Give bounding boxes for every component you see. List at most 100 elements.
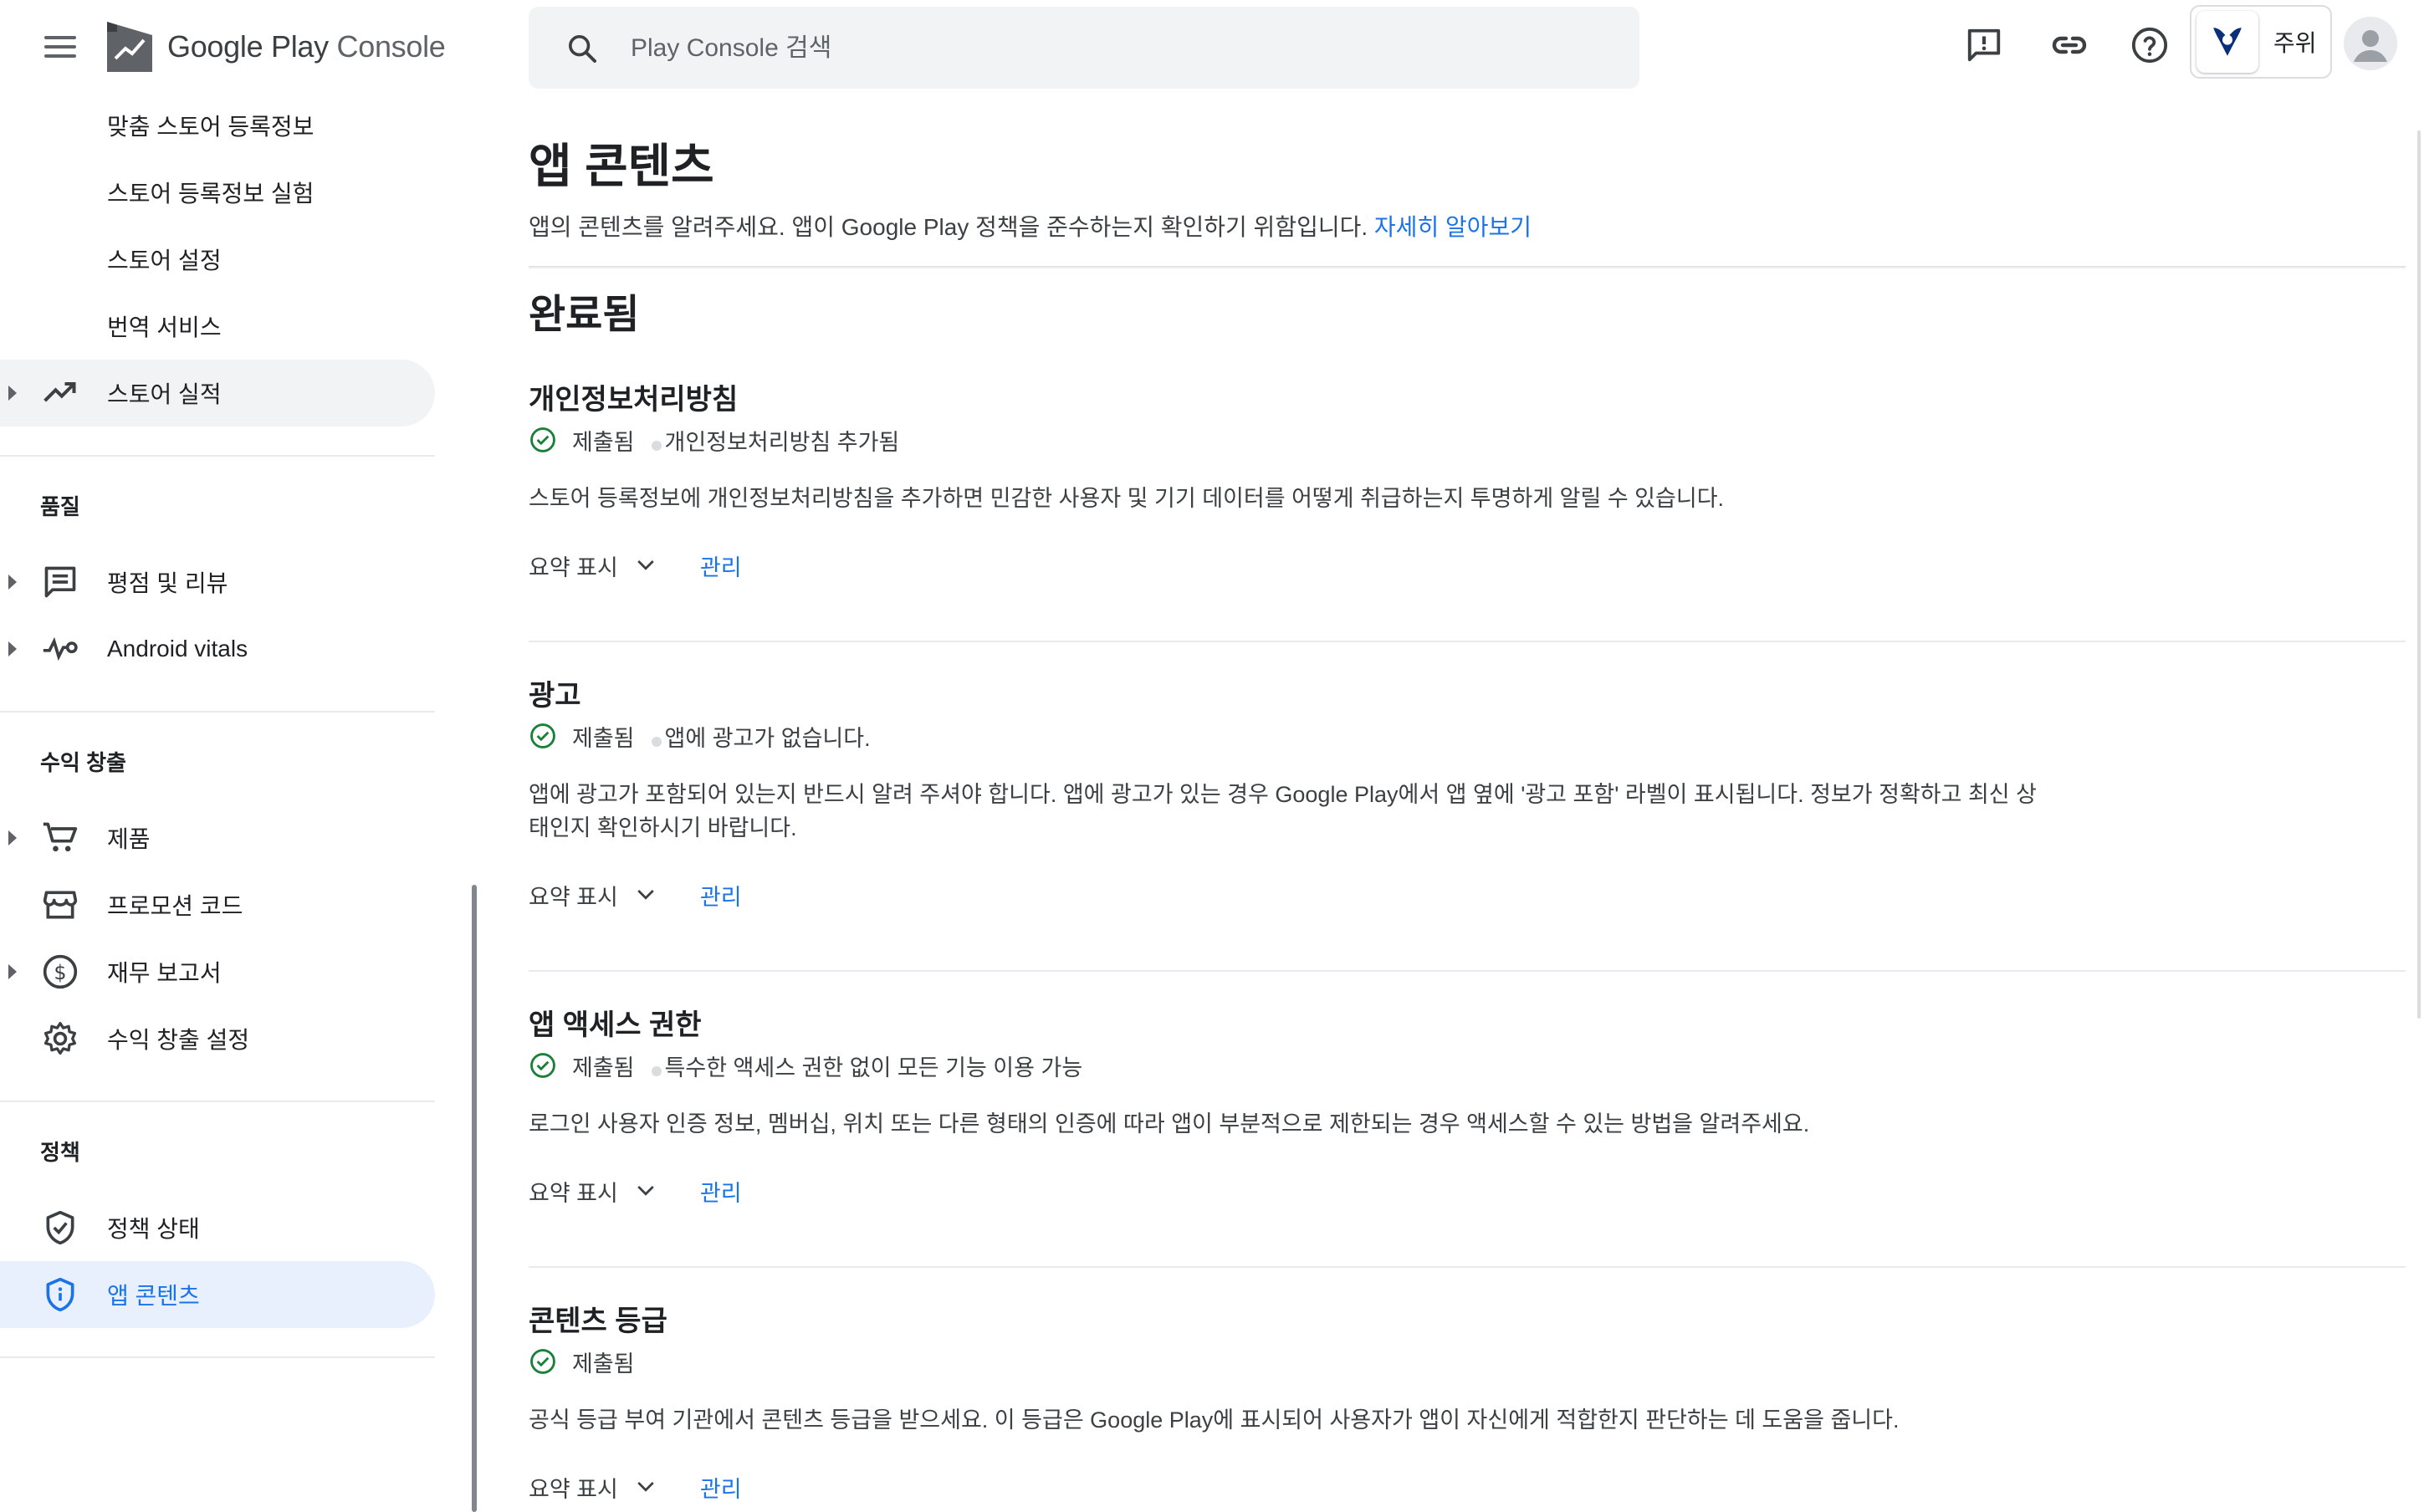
logo-suffix: Console: [336, 29, 446, 64]
card-title: 개인정보처리방침: [529, 384, 739, 416]
card-actions: 요약 표시 관리: [529, 1171, 742, 1211]
show-summary-button[interactable]: 요약 표시: [529, 1175, 658, 1208]
sidebar-item-label: Android vitals: [107, 636, 248, 662]
sidebar-section-policy: 정책: [40, 1140, 80, 1165]
feedback-icon[interactable]: [1962, 23, 2006, 67]
logo-prefix: Google Play: [167, 29, 329, 64]
sidebar-item-products[interactable]: 제품: [0, 805, 435, 871]
card-title: 앱 액세스 권한: [529, 1009, 702, 1041]
separator-dot: [651, 737, 662, 747]
expand-caret-icon[interactable]: [8, 575, 17, 590]
main-content: 앱 콘텐츠 앱의 콘텐츠를 알려주세요. 앱이 Google Play 정책을 …: [529, 94, 2406, 1512]
sidebar-item-store-settings[interactable]: 스토어 설정: [0, 226, 435, 293]
google-play-console-logo[interactable]: Google Play Console: [105, 20, 446, 74]
manage-link[interactable]: 관리: [700, 549, 742, 582]
sidebar-divider: [0, 455, 435, 457]
sidebar-item-label: 수익 창출 설정: [107, 1027, 250, 1053]
chevron-down-icon: [637, 890, 654, 900]
card-divider: [529, 970, 2406, 972]
sidebar-item-android-vitals[interactable]: Android vitals: [0, 616, 435, 682]
status-row: 제출됨: [529, 1345, 635, 1378]
sidebar-item-app-content[interactable]: 앱 콘텐츠: [0, 1261, 435, 1328]
card-title: 콘텐츠 등급: [529, 1305, 667, 1337]
developer-logo-icon: [2196, 11, 2258, 73]
sidebar-item-label: 정책 상태: [107, 1216, 200, 1242]
developer-account-chip[interactable]: 주위: [2190, 5, 2332, 79]
search-bar[interactable]: [529, 7, 1639, 89]
search-input[interactable]: [631, 25, 1593, 72]
sidebar-item-label: 맞춤 스토어 등록정보: [107, 114, 315, 140]
card-divider: [529, 1266, 2406, 1268]
show-summary-label: 요약 표시: [529, 1180, 618, 1206]
sidebar-item-translation-service[interactable]: 번역 서비스: [0, 293, 435, 360]
status-detail: 개인정보처리방침 추가됨: [664, 429, 900, 455]
separator-dot: [651, 1066, 662, 1076]
sidebar-item-label: 스토어 설정: [107, 248, 222, 273]
check-circle-icon: [530, 723, 555, 748]
account-label: 주위: [2273, 30, 2317, 56]
link-icon[interactable]: [2048, 23, 2091, 67]
status-badge: 제출됨: [572, 429, 635, 455]
sidebar-divider: [0, 1101, 435, 1102]
sidebar-item-store-performance[interactable]: 스토어 실적: [0, 360, 435, 427]
header-divider: [529, 266, 2406, 269]
shield-info-icon: [40, 1274, 80, 1315]
check-circle-icon: [530, 1053, 555, 1078]
section-title-completed: 완료됨: [529, 293, 640, 337]
card-actions: 요약 표시 관리: [529, 875, 742, 915]
status-row: 제출됨 앱에 광고가 없습니다.: [529, 719, 871, 753]
sidebar-item-financial-reports[interactable]: $ 재무 보고서: [0, 938, 435, 1005]
card-divider: [529, 641, 2406, 642]
expand-caret-icon[interactable]: [8, 386, 17, 401]
sidebar-item-label: 제품: [107, 826, 151, 852]
sidebar: 맞춤 스토어 등록정보 스토어 등록정보 실험 스토어 설정 번역 서비스 스토…: [0, 94, 443, 1512]
help-icon[interactable]: [2128, 23, 2171, 67]
manage-link[interactable]: 관리: [700, 1175, 742, 1208]
card-description: 공식 등급 부여 기관에서 콘텐츠 등급을 받으세요. 이 등급은 Google…: [529, 1407, 1900, 1433]
learn-more-link[interactable]: 자세히 알아보기: [1374, 214, 1532, 240]
avatar-icon[interactable]: [2344, 17, 2397, 70]
manage-link[interactable]: 관리: [700, 879, 742, 912]
sidebar-item-promo-codes[interactable]: 프로모션 코드: [0, 871, 435, 938]
sidebar-item-label: 스토어 실적: [107, 381, 222, 407]
check-circle-icon: [530, 427, 555, 452]
card-content-rating: 콘텐츠 등급 제출됨 공식 등급 부여 기관에서 콘텐츠 등급을 받으세요. 이…: [529, 1298, 2406, 1512]
sidebar-item-label: 앱 콘텐츠: [107, 1283, 200, 1309]
sidebar-item-store-listing-experiments[interactable]: 스토어 등록정보 실험: [0, 159, 435, 226]
sidebar-scrollbar[interactable]: [472, 885, 477, 1512]
sidebar-section-monetize: 수익 창출: [40, 750, 126, 775]
show-summary-button[interactable]: 요약 표시: [529, 879, 658, 912]
status-detail: 앱에 광고가 없습니다.: [664, 725, 871, 751]
show-summary-label: 요약 표시: [529, 554, 618, 580]
menu-icon[interactable]: [35, 23, 85, 70]
play-console-logo-icon: [107, 22, 152, 72]
sidebar-item-label: 재무 보고서: [107, 960, 222, 986]
dollar-icon: $: [40, 952, 80, 992]
chevron-down-icon: [637, 1482, 654, 1492]
sidebar-item-custom-store-listing[interactable]: 맞춤 스토어 등록정보: [0, 92, 435, 159]
main-scrollbar[interactable]: [2417, 130, 2421, 1019]
status-badge: 제출됨: [572, 1351, 635, 1377]
expand-caret-icon[interactable]: [8, 830, 17, 845]
sidebar-item-policy-status[interactable]: 정책 상태: [0, 1194, 435, 1261]
show-summary-label: 요약 표시: [529, 1476, 618, 1502]
sidebar-divider: [0, 711, 435, 713]
search-icon[interactable]: [565, 32, 599, 65]
sidebar-item-monetization-settings[interactable]: 수익 창출 설정: [0, 1005, 435, 1072]
status-detail: 특수한 액세스 권한 없이 모든 기능 이용 가능: [664, 1055, 1083, 1080]
sidebar-item-ratings-reviews[interactable]: 평점 및 리뷰: [0, 549, 435, 616]
sidebar-item-label: 스토어 등록정보 실험: [107, 181, 315, 207]
status-row: 제출됨 특수한 액세스 권한 없이 모든 기능 이용 가능: [529, 1049, 1082, 1082]
reviews-icon: [40, 562, 80, 602]
card-description: 앱에 광고가 포함되어 있는지 반드시 알려 주셔야 합니다. 앱에 광고가 있…: [529, 782, 2037, 840]
svg-text:$: $: [54, 961, 66, 984]
card-actions: 요약 표시 관리: [529, 1467, 742, 1507]
manage-link[interactable]: 관리: [700, 1471, 742, 1504]
show-summary-button[interactable]: 요약 표시: [529, 1471, 658, 1504]
card-actions: 요약 표시 관리: [529, 545, 742, 585]
expand-caret-icon[interactable]: [8, 641, 17, 656]
status-badge: 제출됨: [572, 1055, 635, 1080]
expand-caret-icon[interactable]: [8, 964, 17, 979]
chevron-down-icon: [637, 1186, 654, 1196]
show-summary-button[interactable]: 요약 표시: [529, 549, 658, 582]
